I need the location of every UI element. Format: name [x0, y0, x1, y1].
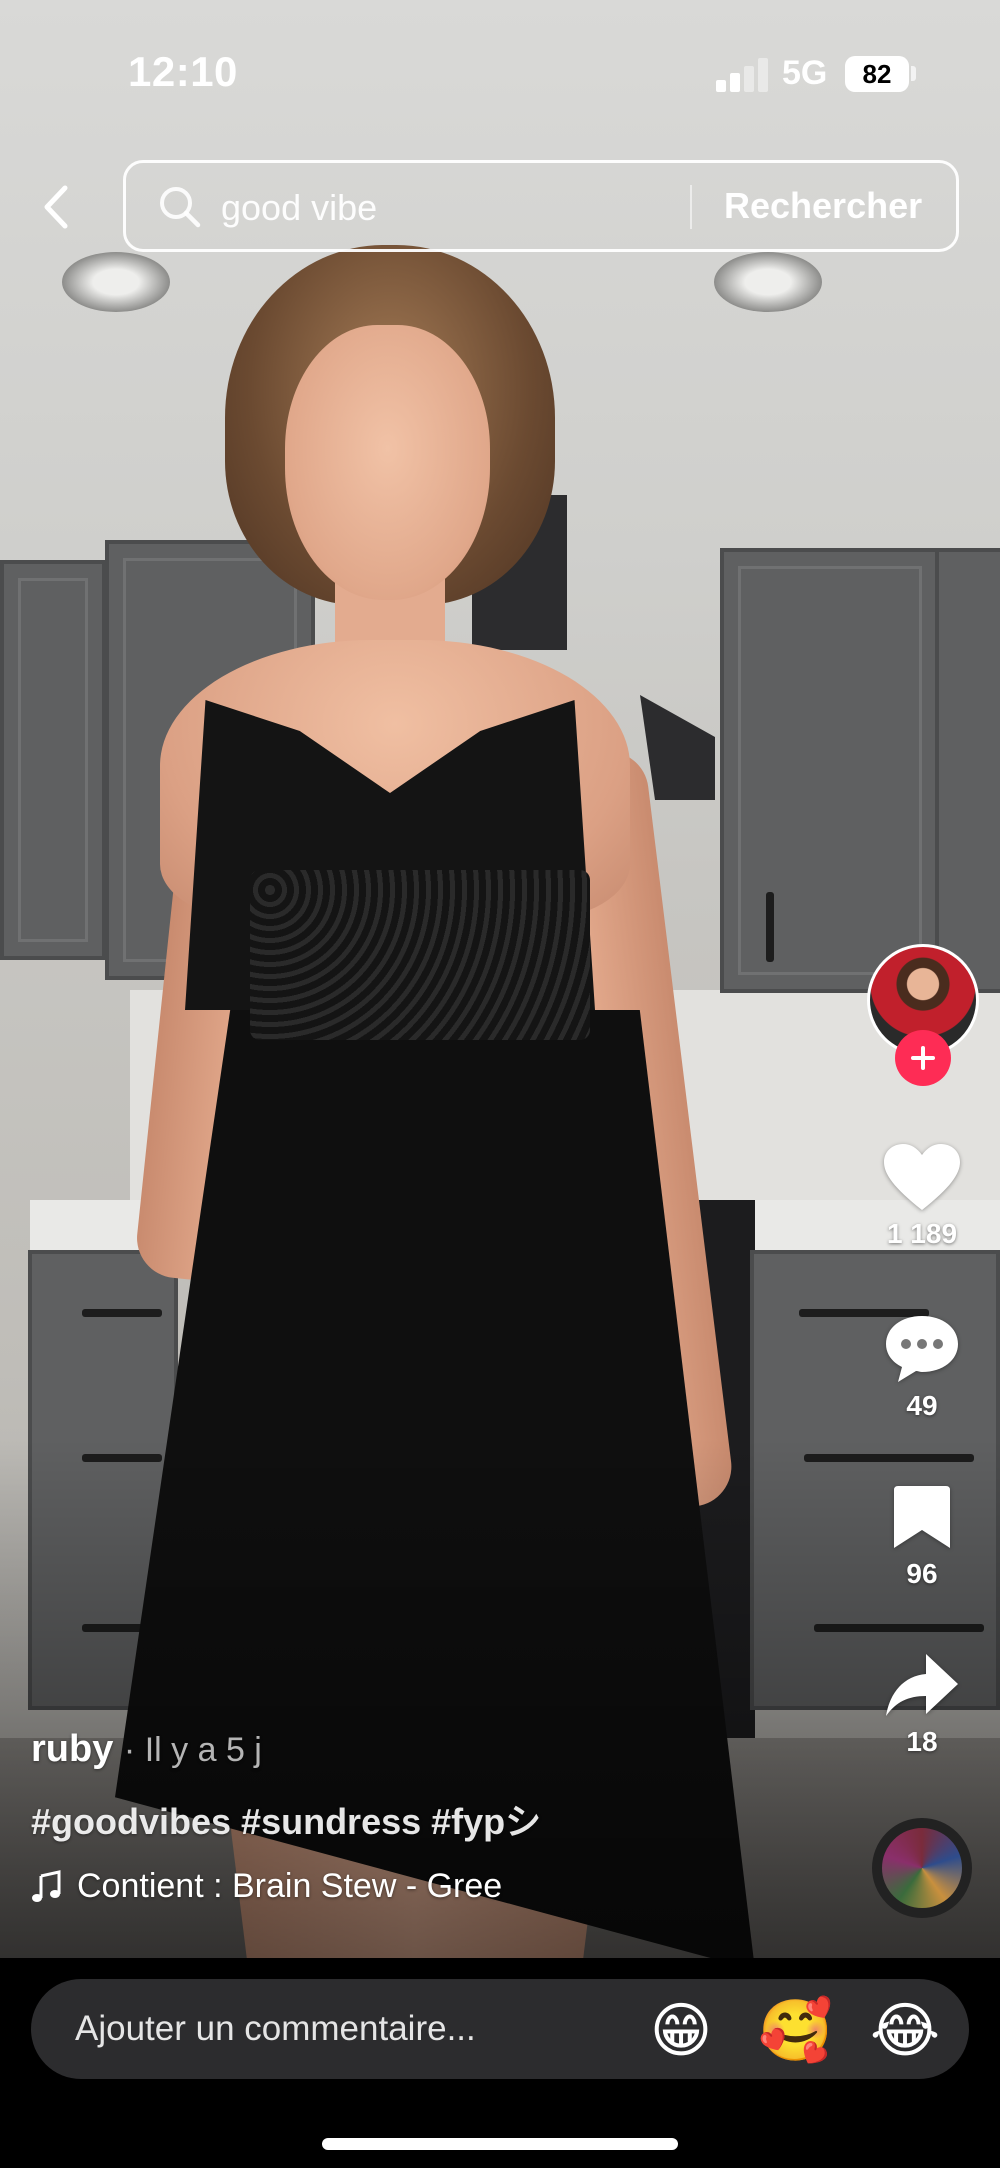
search-divider — [690, 185, 692, 229]
back-icon — [44, 185, 68, 229]
emoji-hearts-button[interactable]: 🥰 — [758, 1995, 833, 2067]
music-note-icon — [32, 1869, 61, 1902]
comment-icon — [886, 1316, 958, 1382]
music-disc[interactable] — [872, 1818, 972, 1918]
search-input[interactable]: good vibe — [221, 187, 377, 229]
battery-icon: 82 — [845, 56, 909, 92]
plus-icon — [911, 1046, 935, 1070]
dress-lace-waist — [250, 870, 590, 1040]
comment-bar: Ajouter un commentaire... 😁 🥰 😂 — [0, 1958, 1000, 2168]
heart-icon — [884, 1144, 960, 1210]
save-button[interactable]: 96 — [872, 1482, 972, 1590]
music-info[interactable]: Contient : Brain Stew - Gree — [31, 1867, 831, 1906]
like-button[interactable]: 1 189 — [872, 1142, 972, 1250]
comment-count: 49 — [906, 1390, 938, 1421]
status-bar: 12:10 5G 82 — [0, 0, 1000, 150]
range-hood — [640, 695, 715, 800]
emoji-joy-button[interactable]: 😂 — [869, 1995, 941, 2067]
upper-cabinet — [935, 548, 1000, 993]
video-player[interactable] — [0, 0, 1000, 1958]
emoji-grin-button[interactable]: 😁 — [645, 1995, 717, 2067]
search-icon — [160, 187, 201, 228]
comment-input[interactable]: Ajouter un commentaire... 😁 🥰 😂 — [31, 1979, 969, 2079]
share-count: 18 — [906, 1726, 938, 1757]
signal-icon — [716, 58, 770, 92]
hashtags[interactable]: #goodvibes #sundress #fypシ — [31, 1793, 831, 1845]
author-name[interactable]: ruby — [31, 1728, 113, 1770]
share-button[interactable]: 18 — [872, 1650, 972, 1758]
network-type: 5G — [782, 54, 828, 92]
follow-button[interactable] — [895, 1030, 951, 1086]
back-button[interactable] — [26, 172, 86, 242]
save-count: 96 — [906, 1558, 938, 1589]
search-bar[interactable]: good vibe Rechercher — [123, 160, 959, 252]
upper-cabinet — [720, 548, 940, 993]
share-icon — [886, 1654, 958, 1716]
ceiling-light — [714, 252, 822, 312]
bookmark-icon — [894, 1486, 950, 1548]
music-title: Contient : Brain Stew - Gree — [77, 1867, 503, 1905]
search-button[interactable]: Rechercher — [724, 185, 922, 227]
video-caption: ruby · Il y a 5 j #goodvibes #sundress #… — [31, 1728, 831, 1906]
like-count: 1 189 — [886, 1218, 958, 1249]
comment-placeholder: Ajouter un commentaire... — [75, 2009, 476, 2048]
home-indicator[interactable] — [322, 2138, 678, 2150]
ceiling-light — [62, 252, 170, 312]
post-date: · Il y a 5 j — [123, 1731, 262, 1769]
status-time: 12:10 — [128, 48, 238, 95]
battery-tip — [911, 66, 916, 81]
comment-button[interactable]: 49 — [872, 1312, 972, 1422]
person-face — [285, 325, 490, 600]
upper-cabinet — [0, 560, 106, 960]
author-line: ruby · Il y a 5 j — [31, 1728, 831, 1771]
